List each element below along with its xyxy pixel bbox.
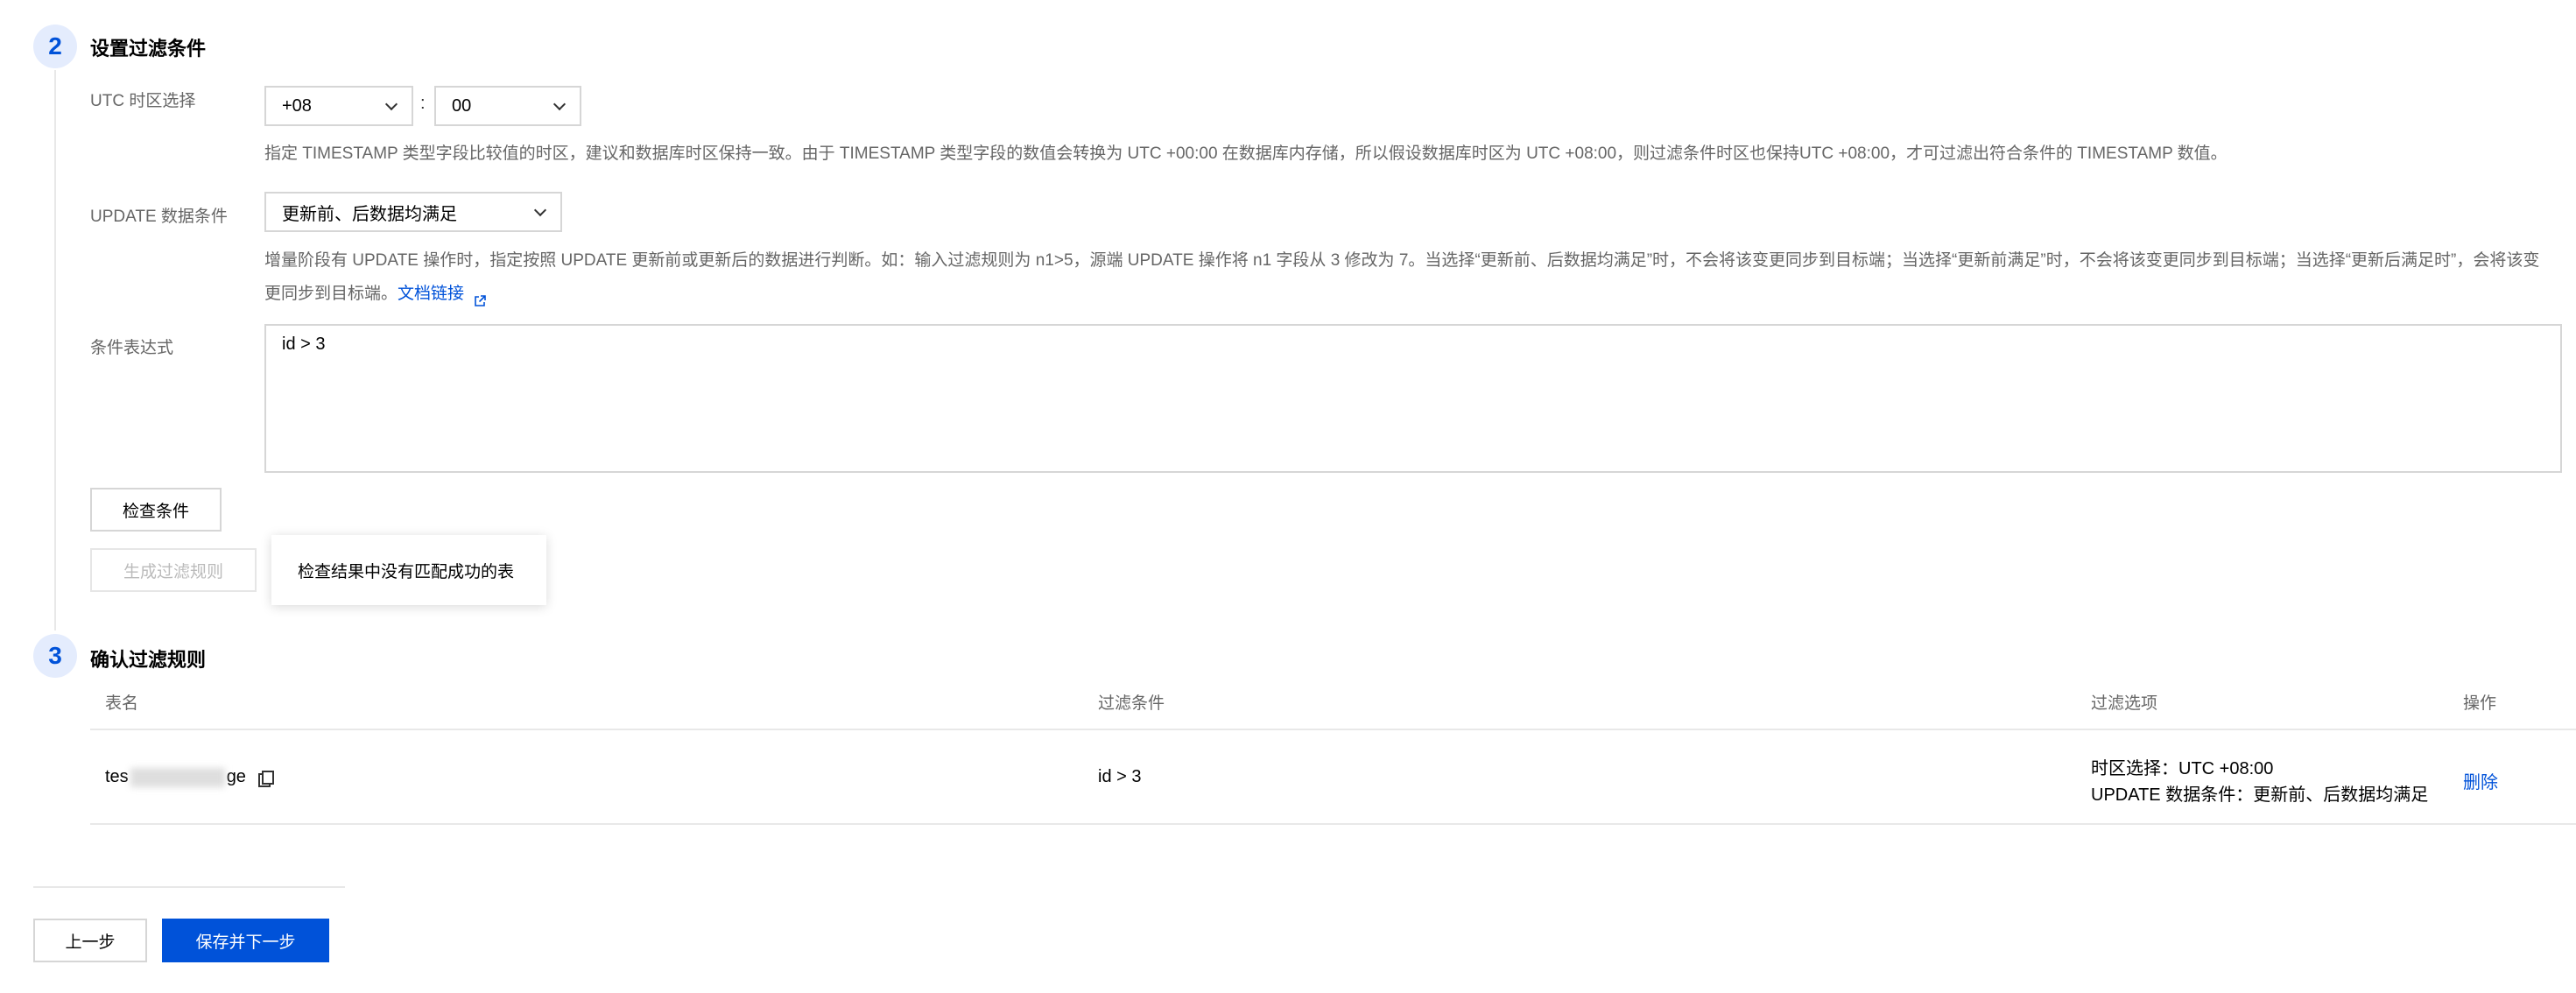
update-hint: 增量阶段有 UPDATE 操作时，指定按照 UPDATE 更新前或更新后的数据进… [264,244,2541,311]
doc-link[interactable]: 文档链接 [398,285,464,303]
table-row: tes ge [105,767,274,787]
row-option-timezone: 时区选择：UTC +08:00 [2091,759,2274,778]
external-link-icon[interactable] [473,287,487,306]
table-row-divider [90,823,2576,825]
generate-rule-button[interactable]: 生成过滤规则 [90,548,257,592]
table-header-divider [90,729,2576,730]
prev-step-button[interactable]: 上一步 [33,919,147,962]
column-header-table-name: 表名 [105,694,139,713]
utc-hour-select[interactable]: +08 [264,86,413,126]
column-header-condition: 过滤条件 [1098,694,1165,713]
utc-minute-value: 00 [452,95,472,116]
save-next-button[interactable]: 保存并下一步 [162,919,329,962]
utc-hour-value: +08 [282,95,312,116]
step-3-indicator: 3 [33,634,77,678]
table-name-suffix: ge [226,767,246,786]
step-2-title: 设置过滤条件 [90,38,207,60]
step-2-indicator: 2 [33,25,77,68]
chevron-down-icon [553,97,567,111]
chevron-down-icon [384,97,398,111]
utc-hint: 指定 TIMESTAMP 类型字段比较值的时区，建议和数据库时区保持一致。由于 … [264,144,2228,163]
expression-textarea[interactable]: id > 3 [264,324,2562,473]
delete-link[interactable]: 删除 [2463,768,2498,793]
chevron-down-icon [533,203,547,217]
utc-minute-select[interactable]: 00 [434,86,581,126]
table-name-prefix: tes [105,767,129,786]
column-header-options: 过滤选项 [2091,694,2158,713]
row-condition: id > 3 [1098,767,1142,786]
step-connector-line [54,70,56,630]
footer-divider [33,886,345,888]
check-result-tooltip: 检查结果中没有匹配成功的表 [271,535,546,605]
update-label: UPDATE 数据条件 [90,208,228,226]
check-condition-button[interactable]: 检查条件 [90,488,222,532]
expression-value: id > 3 [282,335,326,354]
update-condition-value: 更新前、后数据均满足 [282,204,457,224]
utc-separator: : [420,94,426,113]
redacted-text [130,767,225,787]
update-hint-text: 增量阶段有 UPDATE 操作时，指定按照 UPDATE 更新前或更新后的数据进… [264,251,2540,303]
copy-icon[interactable] [257,770,274,787]
expression-label: 条件表达式 [90,339,174,357]
utc-label: UTC 时区选择 [90,92,196,110]
step-3-title: 确认过滤规则 [90,649,207,671]
row-option-update: UPDATE 数据条件：更新前、后数据均满足 [2091,785,2429,805]
column-header-action: 操作 [2463,694,2497,713]
update-condition-select[interactable]: 更新前、后数据均满足 [264,192,562,232]
